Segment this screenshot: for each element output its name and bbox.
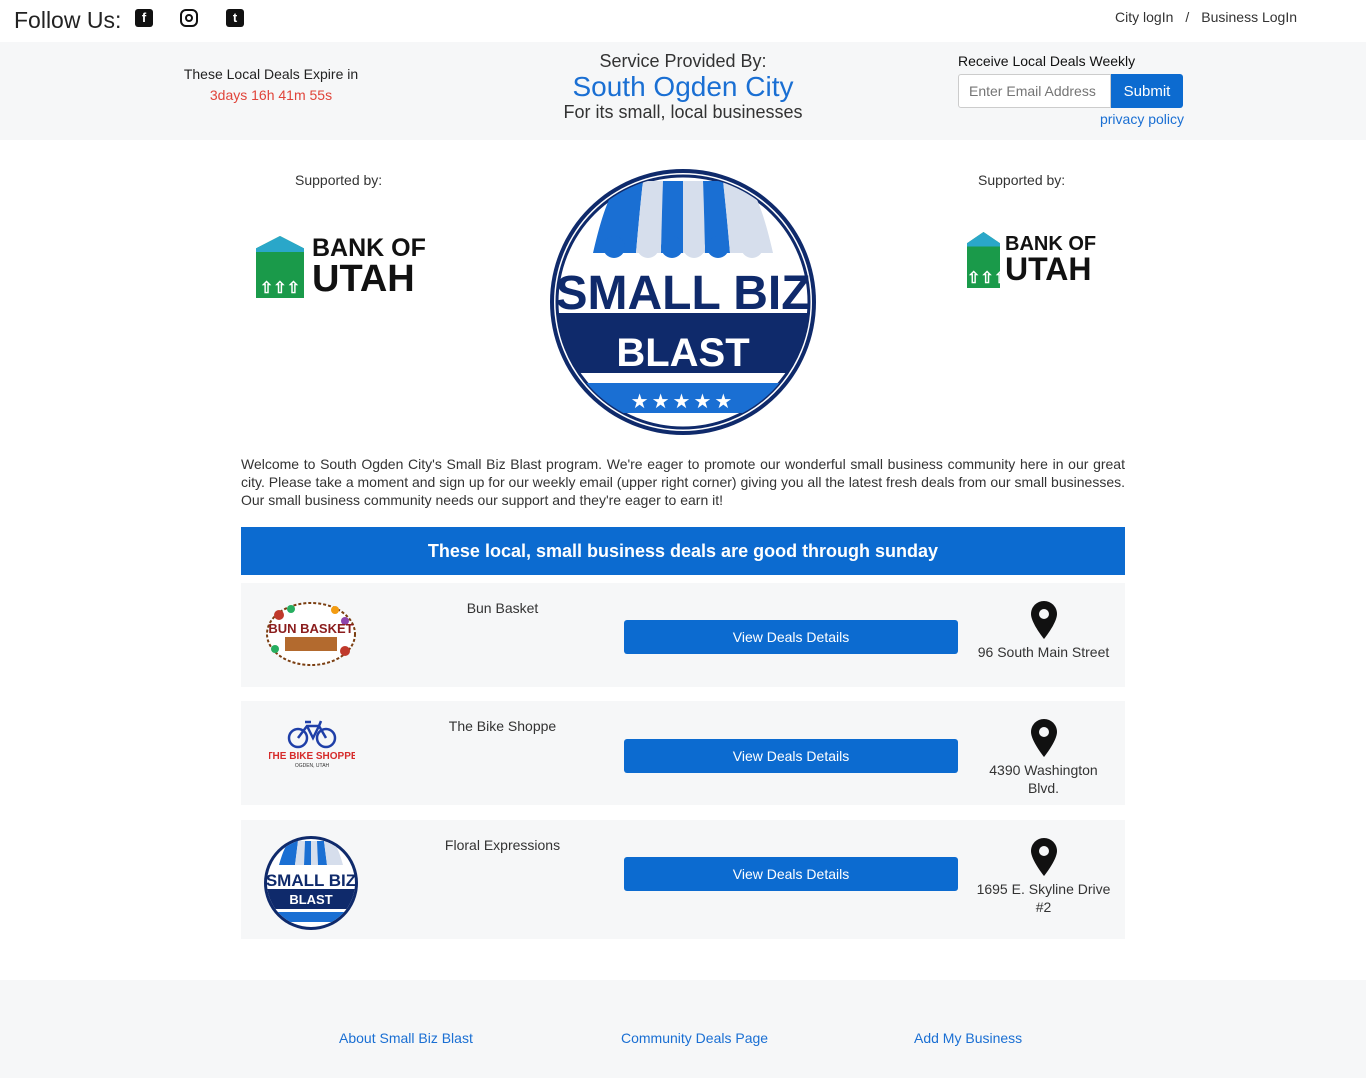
- left-supported-label: Supported by:: [295, 172, 383, 188]
- small-biz-blast-badge: SMALL BIZ BLAST ★★★★★: [550, 169, 816, 435]
- service-subtitle: For its small, local businesses: [563, 102, 803, 122]
- submit-button[interactable]: Submit: [1111, 74, 1183, 108]
- expiry-label: These Local Deals Expire in: [183, 66, 359, 82]
- map-pin-icon: [1031, 838, 1057, 876]
- service-label: Service Provided By:: [599, 51, 767, 71]
- email-input[interactable]: [958, 74, 1111, 108]
- expiry-timer: 3days 16h 41m 55s: [209, 87, 333, 103]
- welcome-text: Welcome to South Ogden City's Small Biz …: [241, 456, 1125, 508]
- small-biz-blast-small-logo: SMALL BIZ BLAST: [264, 836, 358, 930]
- bank-of-utah-logo-left[interactable]: BANK OF UTAH: [256, 236, 426, 298]
- view-deals-button[interactable]: View Deals Details: [624, 739, 958, 773]
- bike-shoppe-logo-text: THE BIKE SHOPPE: [269, 751, 355, 762]
- service-provider: Service Provided By: South Ogden City Fo…: [533, 51, 833, 122]
- facebook-icon[interactable]: f: [135, 9, 153, 27]
- bun-basket-logo: BUN BASKET: [266, 602, 356, 666]
- twitter-icon[interactable]: t: [226, 9, 244, 27]
- city-login-link[interactable]: City logIn: [1115, 9, 1173, 25]
- deal-row: SMALL BIZ BLAST Floral Expressions View …: [241, 820, 1125, 939]
- about-link[interactable]: About Small Biz Blast: [339, 1030, 473, 1046]
- follow-us-label: Follow Us:: [14, 7, 122, 33]
- top-bar: Follow Us: f t City logIn / Business LogIn: [0, 0, 1366, 42]
- city-name: South Ogden City: [572, 71, 794, 102]
- footer: About Small Biz Blast Community Deals Pa…: [0, 980, 1366, 1078]
- login-links: City logIn / Business LogIn: [1115, 9, 1297, 25]
- deal-expiry: These Local Deals Expire in 3days 16h 41…: [160, 66, 382, 103]
- community-deals-link[interactable]: Community Deals Page: [621, 1030, 768, 1046]
- privacy-policy-link[interactable]: privacy policy: [958, 111, 1184, 127]
- view-deals-button[interactable]: View Deals Details: [624, 620, 958, 654]
- business-address: 96 South Main Street: [977, 644, 1110, 660]
- business-address: 4390 Washington Blvd.: [989, 762, 1098, 796]
- map-pin-icon: [1031, 601, 1057, 639]
- tree-emblem-icon: [256, 236, 304, 298]
- badge-stars: ★★★★★: [631, 389, 736, 413]
- bank-line2: UTAH: [312, 257, 415, 300]
- business-name: The Bike Shoppe: [448, 718, 557, 734]
- info-band: These Local Deals Expire in 3days 16h 41…: [0, 42, 1366, 140]
- badge-line2: BLAST: [616, 331, 749, 375]
- login-separator: /: [1185, 9, 1190, 25]
- bank-line2: UTAH: [1005, 251, 1092, 288]
- bike-shoppe-logo: THE BIKE SHOPPE OGDEN, UTAH: [269, 720, 355, 769]
- instagram-icon[interactable]: [180, 9, 198, 27]
- add-business-link[interactable]: Add My Business: [914, 1030, 1022, 1046]
- bike-shoppe-logo-sub: OGDEN, UTAH: [295, 763, 330, 769]
- small-logo-line2: BLAST: [289, 892, 332, 907]
- deal-row: BUN BASKET Bun Basket View Deals Details…: [241, 583, 1125, 687]
- signup-label: Receive Local Deals Weekly: [958, 53, 1136, 69]
- business-login-link[interactable]: Business LogIn: [1201, 9, 1297, 25]
- badge-line1: SMALL BIZ: [555, 267, 810, 320]
- deals-heading: These local, small business deals are go…: [241, 527, 1125, 575]
- deal-row: THE BIKE SHOPPE OGDEN, UTAH The Bike Sho…: [241, 701, 1125, 805]
- business-name: Floral Expressions: [444, 837, 561, 853]
- tree-emblem-icon: [967, 232, 1000, 288]
- view-deals-button[interactable]: View Deals Details: [624, 857, 958, 891]
- business-address: 1695 E. Skyline Drive #2: [976, 881, 1111, 915]
- bun-basket-logo-text: BUN BASKET: [268, 621, 353, 636]
- map-pin-icon: [1031, 719, 1057, 757]
- bank-of-utah-logo-right[interactable]: BANK OF UTAH: [967, 232, 1096, 288]
- email-signup: Receive Local Deals Weekly Submit privac…: [958, 53, 1184, 127]
- right-supported-label: Supported by:: [978, 172, 1066, 188]
- business-name: Bun Basket: [466, 600, 539, 616]
- small-logo-line1: SMALL BIZ: [266, 871, 356, 890]
